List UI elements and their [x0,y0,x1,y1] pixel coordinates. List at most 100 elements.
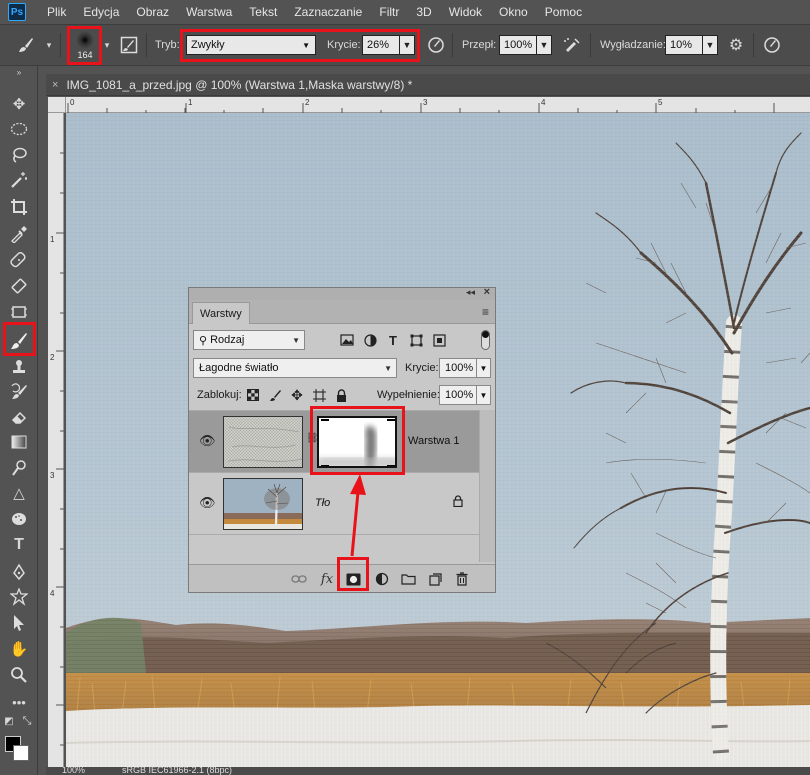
opacity-input[interactable]: 26% [362,35,400,55]
lasso-tool-icon[interactable] [6,144,32,166]
mode-select[interactable]: Zwykły ▼ [186,35,316,55]
new-layer-icon[interactable] [426,570,444,588]
menu-plik[interactable]: Plik [47,5,66,19]
panel-menu-icon[interactable]: ≡ [482,305,489,319]
menu-obraz[interactable]: Obraz [136,5,169,19]
layer-mask-thumbnail[interactable] [317,416,397,468]
chevron-down-icon[interactable]: ▾ [102,35,112,55]
filter-type-icon[interactable]: T [385,332,401,348]
close-icon[interactable]: × [484,286,490,298]
clone-stamp-icon[interactable] [6,356,32,378]
vertical-ruler[interactable]: 1 2 3 4 [48,113,64,773]
fill-dropdown-icon[interactable]: ▼ [476,385,491,405]
filter-smart-object-icon[interactable] [431,332,447,348]
swap-colors-icon[interactable]: ⤡ [20,714,34,728]
filter-toggle[interactable] [481,330,490,350]
filter-adjustment-icon[interactable] [362,332,378,348]
menu-zaznaczanie[interactable]: Zaznaczanie [294,5,362,19]
eye-icon[interactable]: 👁 [199,433,216,449]
horizontal-ruler[interactable]: 0 1 2 3 4 5 [66,97,810,113]
menu-warstwa[interactable]: Warstwa [186,5,232,19]
move-tool-icon[interactable]: ✥ [6,93,32,115]
flow-dropdown-icon[interactable]: ▼ [536,35,552,55]
pressure-size-icon[interactable] [762,35,782,55]
layer-filter-select[interactable]: ⚲ Rodzaj ▼ [193,330,305,350]
healing-brush-icon[interactable] [6,249,32,271]
gradient-tool-icon[interactable] [6,431,32,453]
fill-input[interactable]: 100% [439,385,477,405]
opacity-dropdown-icon[interactable]: ▼ [399,35,415,55]
smoothing-dropdown-icon[interactable]: ▼ [702,35,718,55]
layer-row-warstwa-1[interactable]: 👁 ⛓ Warstwa 1 [189,411,479,473]
tab-layers[interactable]: Warstwy [192,302,250,324]
brush-panel-toggle-icon[interactable] [118,35,140,55]
history-brush-icon[interactable] [6,381,32,403]
chevron-down-icon[interactable]: ▾ [44,35,54,55]
gear-icon[interactable]: ⚙ [726,35,746,55]
layers-scrollbar[interactable] [479,410,495,562]
adjustment-layer-icon[interactable] [373,570,391,588]
layer-opacity-dropdown-icon[interactable]: ▼ [476,358,491,378]
menu-filtr[interactable]: Filtr [379,5,399,19]
close-icon[interactable]: × [52,79,58,91]
smoothing-input[interactable]: 10% [665,35,703,55]
eye-icon[interactable]: 👁 [199,495,216,511]
menu-widok[interactable]: Widok [449,5,482,19]
layer-name[interactable]: Tło [315,497,330,509]
type-tool-icon[interactable]: T [6,534,32,556]
trash-icon[interactable] [453,570,471,588]
smudge-tool-icon[interactable] [6,457,32,479]
sponge-tool-icon[interactable] [6,508,32,530]
menu-tekst[interactable]: Tekst [249,5,277,19]
lock-image-pixels-icon[interactable] [267,387,283,403]
hand-tool-icon[interactable]: ✋ [6,638,32,660]
menu-edycja[interactable]: Edycja [83,5,119,19]
crop-tool-icon[interactable] [6,196,32,218]
flow-input[interactable]: 100% [499,35,537,55]
brush-tool-preset-icon[interactable] [14,35,38,55]
lock-all-icon[interactable] [333,387,349,403]
eraser-icon[interactable] [6,406,32,428]
pen-tool-icon[interactable] [6,561,32,583]
filter-pixel-icon[interactable] [339,332,355,348]
zoom-level[interactable]: 100% [62,767,85,775]
fx-icon[interactable]: fx [318,570,336,588]
layer-name[interactable]: Warstwa 1 [408,435,460,447]
brush-tool-icon[interactable] [4,327,34,355]
link-icon[interactable]: ⛓ [306,433,319,449]
layer-row-tlo[interactable]: 👁 Tło [189,473,479,535]
zoom-tool-icon[interactable] [6,664,32,686]
background-color-swatch[interactable] [13,745,29,761]
airbrush-icon[interactable] [561,35,583,55]
menu-pomoc[interactable]: Pomoc [545,5,582,19]
lock-position-icon[interactable]: ✥ [289,387,305,403]
lock-transparent-pixels-icon[interactable] [245,387,261,403]
collapse-toolbar-icon[interactable]: » [6,66,32,78]
folder-icon[interactable] [399,570,417,588]
blend-mode-select[interactable]: Łagodne światło ▼ [193,358,397,378]
shape-tool-icon[interactable] [6,586,32,608]
stamp-frame-icon[interactable] [6,301,32,323]
menu-3d[interactable]: 3D [416,5,431,19]
layer-opacity-input[interactable]: 100% [439,358,477,378]
lock-artboard-icon[interactable] [311,387,327,403]
document-tab[interactable]: × IMG_1081_a_przed.jpg @ 100% (Warstwa 1… [46,74,810,96]
filter-shape-icon[interactable] [408,332,424,348]
layer-thumbnail[interactable] [223,478,303,530]
layer-thumbnail[interactable] [223,416,303,468]
add-mask-icon[interactable] [344,570,362,588]
collapse-panel-icon[interactable]: ◂◂ [466,287,475,298]
menu-okno[interactable]: Okno [499,5,528,19]
ruler-origin[interactable] [48,97,66,113]
eyedropper-icon[interactable] [6,223,32,245]
pressure-opacity-icon[interactable] [426,35,446,55]
sharpen-tool-icon[interactable]: △ [6,482,32,504]
marquee-tool-icon[interactable] [6,118,32,140]
patch-tool-icon[interactable] [6,275,32,297]
magic-wand-icon[interactable] [6,169,32,191]
more-tools-icon[interactable]: ••• [6,691,32,713]
brush-size-picker[interactable]: 164 [72,29,98,61]
path-selection-icon[interactable] [6,612,32,634]
default-colors-icon[interactable]: ◩ [2,714,16,728]
panel-titlebar[interactable]: ◂◂ × [189,286,495,300]
